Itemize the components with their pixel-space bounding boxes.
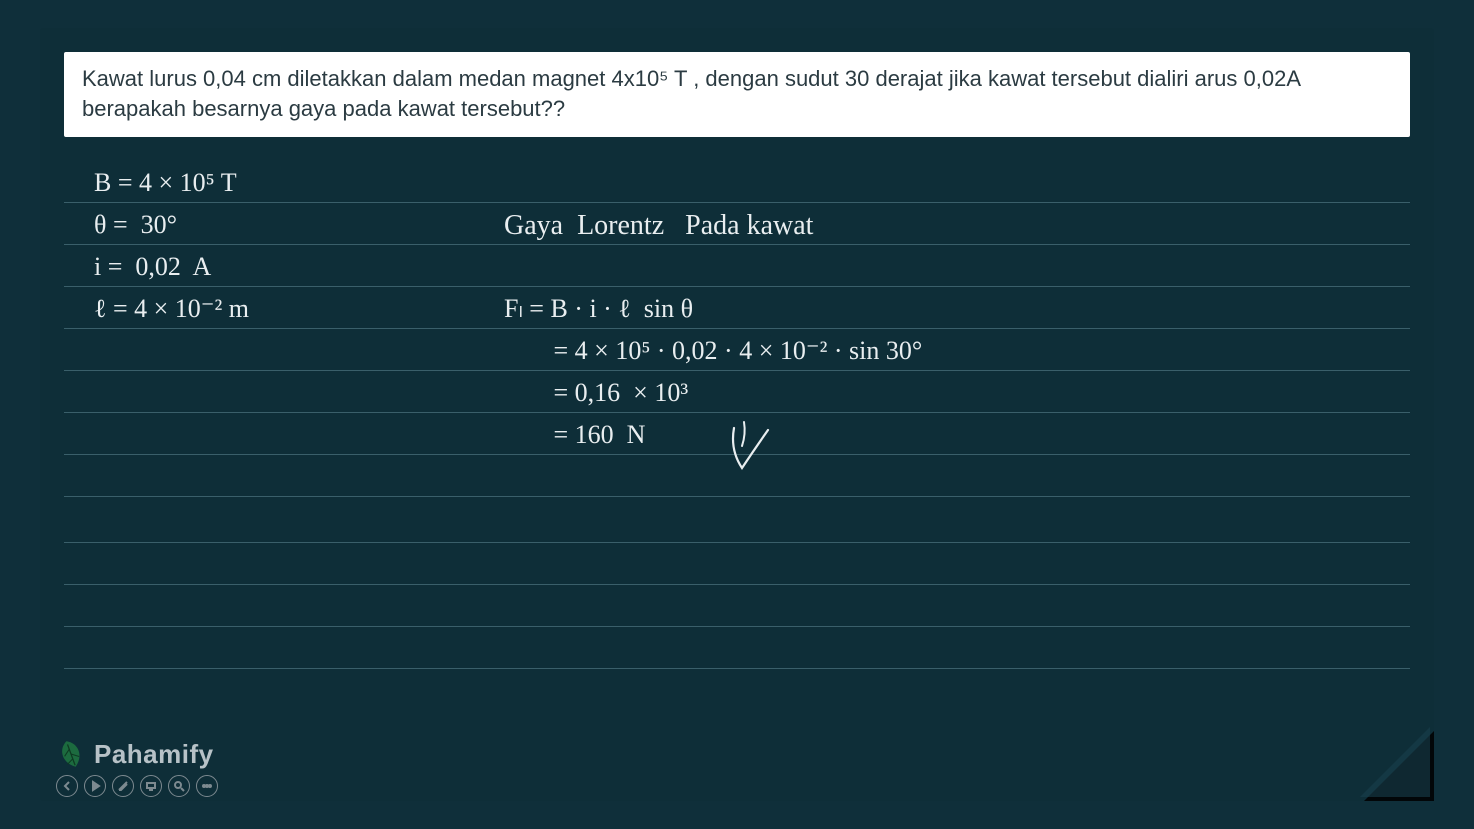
given-theta: θ = 30°: [94, 210, 177, 240]
page-curl: [1364, 731, 1434, 801]
scribble-mark: [724, 420, 794, 490]
given-i: i = 0,02 A: [94, 252, 211, 282]
play-icon[interactable]: [84, 775, 106, 797]
intermediate-line: = 0,16 × 10³: [534, 378, 688, 408]
given-l: ℓ = 4 × 10⁻² m: [94, 294, 249, 324]
brand-name: Pahamify: [94, 739, 214, 770]
more-icon[interactable]: [196, 775, 218, 797]
slide-frame: Kawat lurus 0,04 cm diletakkan dalam med…: [40, 28, 1434, 801]
edit-icon[interactable]: [112, 775, 134, 797]
brand-block: Pahamify: [54, 737, 218, 797]
formula-line: Fₗ = B · i · ℓ sin θ: [504, 294, 693, 324]
ruled-area: B = 4 × 10⁵ T θ = 30° i = 0,02 A ℓ = 4 ×…: [64, 154, 1410, 781]
result-line: = 160 N: [534, 420, 645, 450]
prev-icon[interactable]: [56, 775, 78, 797]
leaf-icon: [49, 732, 93, 776]
given-B: B = 4 × 10⁵ T: [94, 168, 237, 198]
screen-icon[interactable]: [140, 775, 162, 797]
question-text: Kawat lurus 0,04 cm diletakkan dalam med…: [64, 52, 1410, 137]
solution-title: Gaya Lorentz Pada kawat: [504, 210, 813, 242]
substitution-line: = 4 × 10⁵ · 0,02 · 4 × 10⁻² · sin 30°: [534, 336, 922, 366]
player-controls: [56, 775, 218, 797]
search-icon[interactable]: [168, 775, 190, 797]
